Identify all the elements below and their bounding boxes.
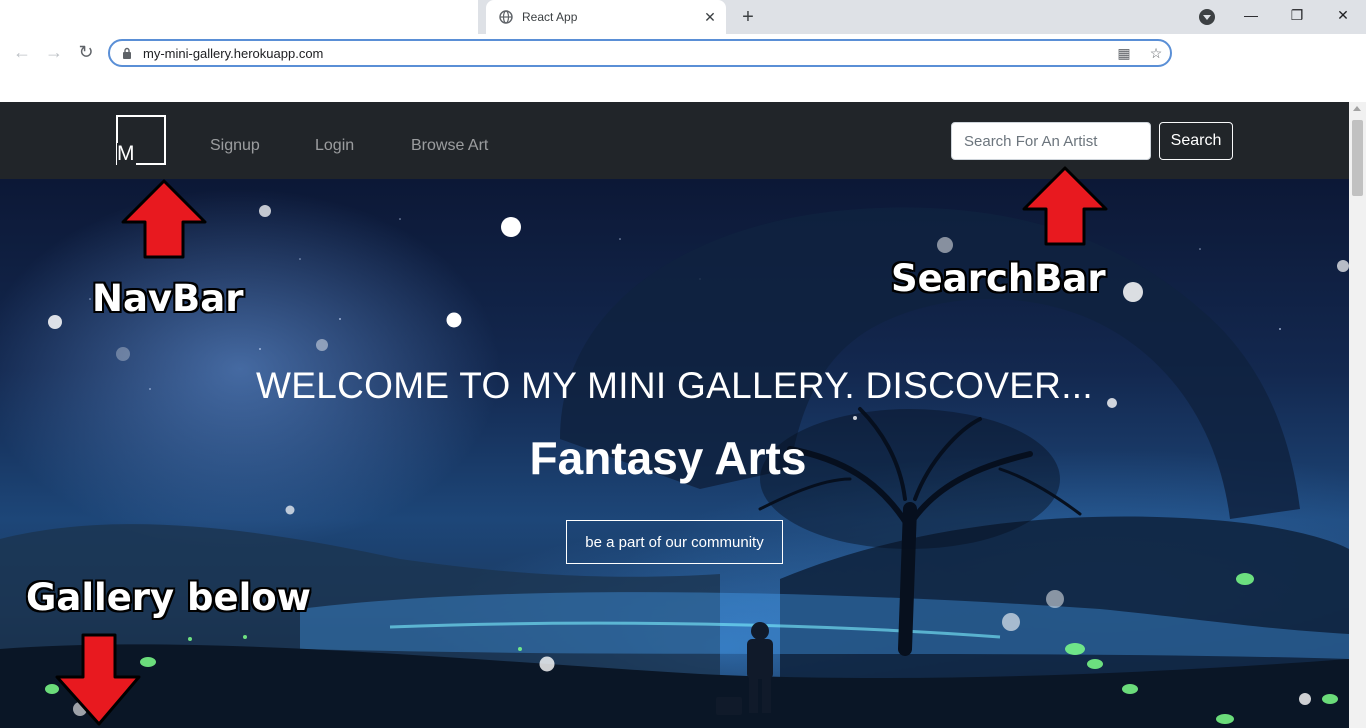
tab-close-icon[interactable]: ✕ [702, 9, 718, 25]
star-icon[interactable]: ☆ [1148, 45, 1164, 61]
searchbar-annotation-label: SearchBar [891, 257, 1106, 300]
browser-tab[interactable]: React App ✕ [486, 0, 726, 34]
reload-icon[interactable]: ↻ [76, 42, 96, 62]
restore-icon[interactable]: ❐ [1274, 0, 1320, 30]
globe-icon [499, 10, 513, 24]
forward-icon[interactable]: → [44, 42, 64, 62]
page-viewport: M Signup Login Browse Art Search For An … [0, 102, 1349, 728]
artist-search-input[interactable] [951, 122, 1151, 160]
brand-logo[interactable]: M [116, 115, 166, 165]
scrollbar-thumb[interactable] [1352, 120, 1363, 196]
arrow-up-icon [121, 179, 207, 259]
lock-icon [123, 47, 131, 59]
nav-link-browse-art[interactable]: Browse Art [411, 137, 488, 155]
join-community-button[interactable]: be a part of our community [566, 520, 783, 564]
scroll-up-icon[interactable] [1353, 106, 1361, 111]
tab-title: React App [522, 10, 578, 24]
profile-dropdown-icon[interactable] [1199, 9, 1215, 25]
gallery-annotation-label: Gallery below [26, 576, 311, 619]
browser-tabstrip: React App ✕ + — ❐ ✕ [0, 0, 1366, 34]
hero-fantasy-heading: Fantasy Arts [529, 432, 807, 484]
new-tab-button[interactable]: + [738, 7, 758, 27]
logo-letter: M [117, 142, 136, 165]
tabstrip-blank [0, 0, 478, 34]
minimize-icon[interactable]: — [1228, 0, 1274, 30]
page-scrollbar[interactable] [1349, 102, 1366, 728]
url-text: my-mini-gallery.herokuapp.com [143, 46, 324, 61]
search-button[interactable]: Search [1159, 122, 1233, 160]
navbar-annotation-label: NavBar [92, 277, 244, 320]
hero-welcome-heading: WELCOME TO MY MINI GALLERY. DISCOVER... [256, 365, 1093, 406]
arrow-down-icon [55, 633, 141, 726]
back-icon[interactable]: ← [12, 42, 32, 62]
hero-section: WELCOME TO MY MINI GALLERY. DISCOVER... … [0, 179, 1349, 728]
arrow-up-icon [1022, 166, 1108, 246]
qr-code-icon[interactable]: ▦ [1116, 45, 1132, 61]
nav-link-login[interactable]: Login [315, 137, 354, 155]
browser-toolbar: ← → ↻ my-mini-gallery.herokuapp.com ▦ ☆ [0, 34, 1366, 102]
nav-link-signup[interactable]: Signup [210, 137, 260, 155]
address-bar[interactable]: my-mini-gallery.herokuapp.com ▦ ☆ [108, 39, 1172, 67]
close-icon[interactable]: ✕ [1320, 0, 1366, 30]
app-navbar: M Signup Login Browse Art Search [0, 102, 1349, 179]
